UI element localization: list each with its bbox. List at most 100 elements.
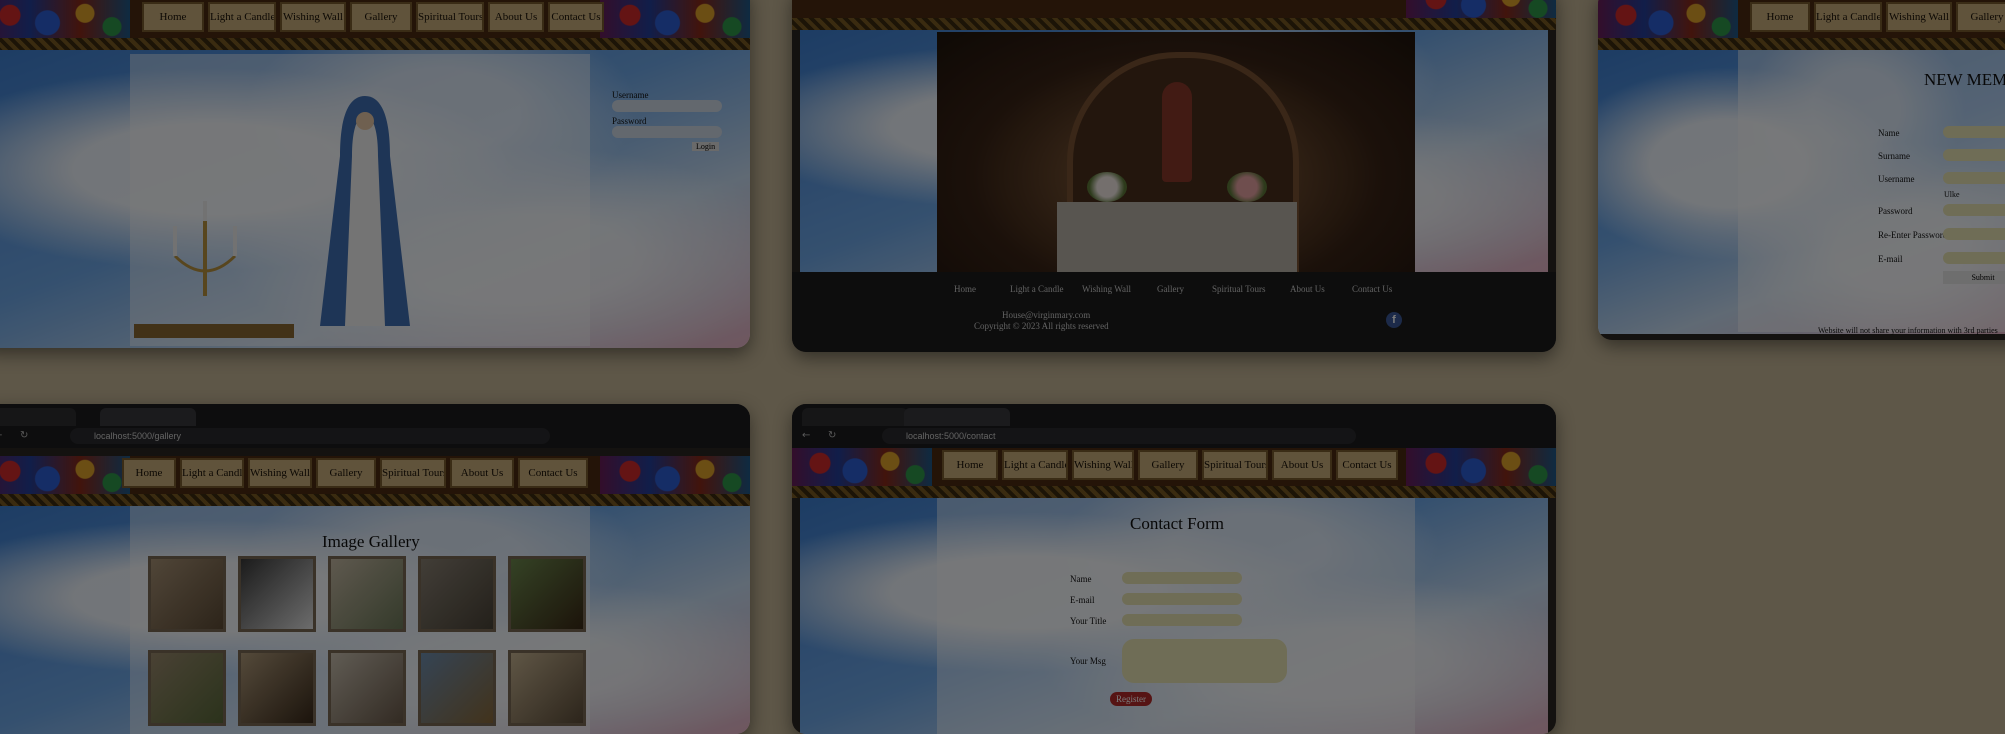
login-box: Username Password Login: [612, 90, 732, 154]
member-country-select[interactable]: Ulke: [1944, 190, 1960, 199]
nav-home[interactable]: Home: [942, 450, 998, 480]
contact-message-field[interactable]: [1122, 639, 1287, 683]
footer-link-candle[interactable]: Light a Candle: [1010, 284, 1064, 294]
contact-email-field[interactable]: [1122, 593, 1242, 605]
nav-gallery[interactable]: Gallery: [1138, 450, 1198, 480]
decorative-rope: [792, 486, 1556, 498]
browser-chrome: ← ↻ localhost:5000/contact: [792, 404, 1556, 448]
login-button[interactable]: Login: [692, 142, 720, 151]
reload-icon[interactable]: ↻: [828, 430, 836, 441]
screenshot-shrine: Home Light a Candle Wishing Wall Gallery…: [792, 0, 1556, 352]
nav-about[interactable]: About Us: [1272, 450, 1332, 480]
screenshot-home: Home Light a Candle Wishing Wall Gallery…: [0, 0, 750, 348]
stained-glass-right: [1406, 448, 1556, 486]
nav-wishing-wall[interactable]: Wishing Wall: [280, 2, 346, 32]
flowers-right: [1227, 172, 1267, 202]
screenshot-gallery: ← ↻ localhost:5000/gallery Home Light a …: [0, 404, 750, 734]
gallery-thumb-4[interactable]: [418, 556, 496, 632]
gallery-title: Image Gallery: [322, 532, 420, 551]
footer-link-about[interactable]: About Us: [1290, 284, 1325, 294]
facebook-icon[interactable]: f: [1386, 312, 1402, 328]
nav-about[interactable]: About Us: [488, 2, 544, 32]
member-username-field[interactable]: [1943, 172, 2005, 184]
footer-link-home[interactable]: Home: [954, 284, 976, 294]
member-password-label: Password: [1878, 206, 1913, 216]
nav-gallery[interactable]: Gallery: [350, 2, 412, 32]
flowers-left: [1087, 172, 1127, 202]
nav-spiritual-tours[interactable]: Spiritual Tours: [416, 2, 484, 32]
back-icon[interactable]: ←: [0, 430, 2, 441]
back-icon[interactable]: ←: [802, 430, 810, 441]
gallery-thumb-3[interactable]: [328, 556, 406, 632]
virgin-mary-image: [320, 96, 410, 326]
member-password-field[interactable]: [1943, 204, 2005, 216]
member-surname-field[interactable]: [1943, 149, 2005, 161]
contact-register-button[interactable]: Register: [1110, 692, 1152, 706]
member-name-label: Name: [1878, 128, 1900, 138]
nav-home[interactable]: Home: [122, 458, 176, 488]
nav-contact[interactable]: Contact Us: [518, 458, 588, 488]
nav-gallery[interactable]: Gallery: [1956, 2, 2005, 32]
contact-title-label: Your Title: [1070, 616, 1107, 626]
browser-tab[interactable]: [802, 408, 908, 426]
member-notice: Website will not share your information …: [1818, 326, 1998, 335]
nav-light-candle[interactable]: Light a Candle: [180, 458, 244, 488]
nav-spiritual-tours[interactable]: Spiritual Tours: [380, 458, 446, 488]
member-email-label: E-mail: [1878, 254, 1903, 264]
gallery-thumb-5[interactable]: [508, 556, 586, 632]
member-repassword-label: Re-Enter Password: [1878, 230, 1948, 240]
decorative-rope: [0, 38, 750, 50]
gallery-thumb-1[interactable]: [148, 556, 226, 632]
stained-glass-right: [1406, 0, 1556, 18]
footer-link-wishing[interactable]: Wishing Wall: [1082, 284, 1131, 294]
contact-name-field[interactable]: [1122, 572, 1242, 584]
login-username-label: Username: [612, 90, 649, 100]
nav-about[interactable]: About Us: [450, 458, 514, 488]
member-panel: [1738, 50, 2005, 332]
shrine-photo: [937, 32, 1415, 274]
nav-spiritual-tours[interactable]: Spiritual Tours: [1202, 450, 1268, 480]
screenshot-contact: ← ↻ localhost:5000/contact Home Light a …: [792, 404, 1556, 734]
statue: [1162, 82, 1192, 182]
member-repassword-field[interactable]: [1943, 228, 2005, 240]
nav-contact[interactable]: Contact Us: [1336, 450, 1398, 480]
nav-light-candle[interactable]: Light a Candle: [1002, 450, 1068, 480]
browser-tab-active[interactable]: [904, 408, 1010, 426]
decorative-rope: [792, 18, 1556, 30]
nav-home[interactable]: Home: [142, 2, 204, 32]
login-password-field[interactable]: [612, 126, 722, 138]
login-username-field[interactable]: [612, 100, 722, 112]
address-bar[interactable]: localhost:5000/contact: [882, 428, 1356, 444]
stained-glass-right: [600, 0, 750, 38]
member-email-field[interactable]: [1943, 252, 2005, 264]
stained-glass-left: [0, 0, 130, 38]
footer-link-contact[interactable]: Contact Us: [1352, 284, 1392, 294]
footer-link-tours[interactable]: Spiritual Tours: [1212, 284, 1265, 294]
stained-glass-left: [0, 456, 130, 494]
candelabra-icon: [173, 201, 237, 296]
decorative-rope: [1598, 38, 2005, 50]
nav-wishing-wall[interactable]: Wishing Wall: [1072, 450, 1134, 480]
contact-email-label: E-mail: [1070, 595, 1095, 605]
nav-light-candle[interactable]: Light a Candle: [1814, 2, 1882, 32]
contact-title-field[interactable]: [1122, 614, 1242, 626]
nav-home[interactable]: Home: [1750, 2, 1810, 32]
member-name-field[interactable]: [1943, 126, 2005, 138]
nav-wishing-wall[interactable]: Wishing Wall: [248, 458, 312, 488]
member-submit-button[interactable]: Submit: [1943, 271, 2005, 284]
nav-gallery[interactable]: Gallery: [316, 458, 376, 488]
browser-tab-active[interactable]: [100, 408, 196, 426]
gallery-thumb-2[interactable]: [238, 556, 316, 632]
footer-link-gallery[interactable]: Gallery: [1157, 284, 1184, 294]
altar-table: [134, 324, 294, 338]
nav-wishing-wall[interactable]: Wishing Wall: [1886, 2, 1952, 32]
login-password-label: Password: [612, 116, 647, 126]
browser-tab[interactable]: [0, 408, 76, 426]
nav-contact[interactable]: Contact Us: [548, 2, 604, 32]
address-bar[interactable]: localhost:5000/gallery: [70, 428, 550, 444]
altar: [1057, 202, 1297, 272]
nav-light-candle[interactable]: Light a Candle: [208, 2, 276, 32]
reload-icon[interactable]: ↻: [20, 430, 28, 441]
member-title: NEW MEMBER: [1924, 70, 2005, 89]
footer: Home Light a Candle Wishing Wall Gallery…: [792, 272, 1556, 352]
